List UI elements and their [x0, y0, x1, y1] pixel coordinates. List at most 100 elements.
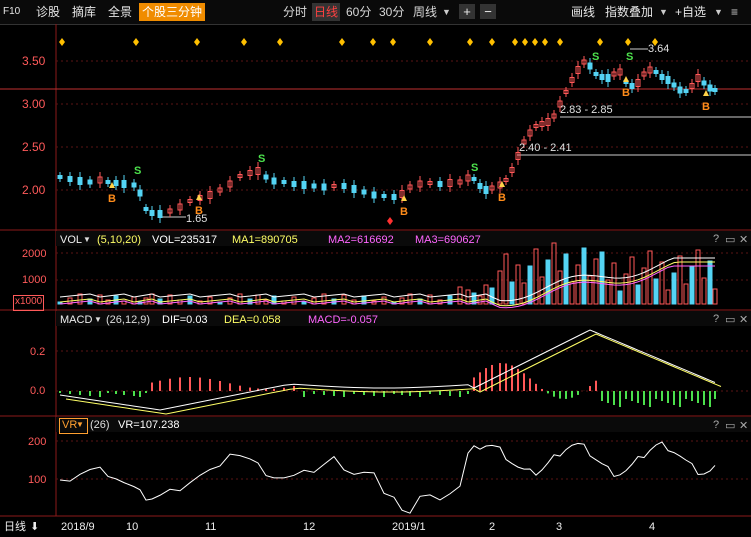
macd-dea-line [65, 333, 722, 415]
signal-diamond [241, 38, 247, 46]
volume-bar [187, 295, 193, 305]
buy-signal: B [195, 205, 203, 217]
vr-help-icon[interactable]: ? [713, 419, 719, 431]
buy-arrow-icon [623, 76, 629, 82]
price-candle [281, 180, 287, 184]
price-candle [143, 207, 149, 211]
buy-signal: B [498, 192, 506, 204]
price-candle [361, 189, 367, 195]
price-tick-250: 2.50 [22, 140, 46, 154]
macd-maximize-icon[interactable]: ▭ [725, 313, 735, 326]
vol-unit-badge: x1000 [13, 295, 45, 311]
price-candle [665, 76, 671, 84]
signal-diamond [489, 38, 495, 46]
buy-signal: B [400, 206, 408, 218]
price-candle [121, 180, 127, 188]
price-candle [477, 183, 483, 189]
price-candle [483, 186, 489, 194]
volume-bar [581, 247, 587, 305]
x-axis-label: 2 [489, 521, 496, 533]
axis-period-arrow-icon[interactable]: ⬇ [30, 520, 39, 534]
price-candle [683, 89, 689, 93]
volume-bar [551, 242, 557, 305]
price-candle [593, 72, 599, 76]
volume-bar [635, 284, 641, 305]
signal-diamond [542, 38, 548, 46]
vol-ma-line [59, 257, 715, 302]
volume-bar [701, 277, 707, 305]
price-candle [659, 74, 665, 80]
vol-help-icon[interactable]: ? [713, 233, 719, 245]
price-candle [677, 86, 683, 94]
vol-tick-1000: 1000 [22, 274, 47, 286]
volume-bar [599, 251, 605, 305]
buy-signal: B [622, 87, 630, 99]
signal-diamond [277, 38, 283, 46]
vol-maximize-icon[interactable]: ▭ [725, 233, 735, 246]
vr-maximize-icon[interactable]: ▭ [725, 419, 735, 432]
sell-signal: S [258, 153, 266, 165]
macd-dea: DEA=0.058 [224, 314, 281, 326]
buy-signal: B [702, 101, 710, 113]
vr-close-icon[interactable]: ✕ [739, 419, 748, 432]
macd-dropdown-icon[interactable]: ▼ [94, 313, 102, 327]
price-candle [57, 175, 63, 179]
volume-bar [515, 264, 521, 305]
signal-diamond [625, 38, 631, 46]
signal-diamond [390, 38, 396, 46]
price-candle [341, 183, 347, 189]
macd-close-icon[interactable]: ✕ [739, 313, 748, 326]
x-axis-label: 3 [556, 521, 563, 533]
x-axis-label: 11 [205, 521, 217, 533]
volume-bar [665, 289, 671, 305]
vr-value: VR=107.238 [118, 419, 180, 431]
price-candle [437, 181, 443, 187]
sell-signal: S [626, 51, 634, 63]
vol-close-icon[interactable]: ✕ [739, 233, 748, 246]
x-axis-label: 4 [649, 521, 656, 533]
price-candle [149, 210, 155, 216]
vr-line [59, 441, 716, 514]
volume-bar [527, 265, 533, 305]
stock-chart-canvas[interactable] [0, 0, 751, 537]
gap-annotation-lower: 2.40 - 2.41 [519, 142, 572, 154]
macd-indicator-name[interactable]: MACD [60, 313, 92, 327]
volume-bar [712, 288, 718, 305]
price-tick-350: 3.50 [22, 54, 46, 68]
vol-dropdown-icon[interactable]: ▼ [83, 233, 91, 247]
macd-help-icon[interactable]: ? [713, 313, 719, 325]
vol-params: (5,10,20) [97, 234, 142, 246]
vr-dropdown-icon[interactable]: ▼ [76, 418, 84, 432]
volume-bar [497, 270, 503, 305]
volume-bar [301, 301, 307, 305]
buy-signal: B [108, 193, 116, 205]
vol-indicator-name[interactable]: VOL [60, 233, 82, 247]
price-candle [471, 177, 477, 181]
price-candle [707, 84, 713, 92]
volume-bar [569, 281, 575, 305]
gap-annotation-upper: 2.83 - 2.85 [560, 104, 613, 116]
signal-diamond [522, 38, 528, 46]
volume-bar [623, 273, 629, 305]
price-tick-300: 3.00 [22, 97, 46, 111]
buy-arrow-icon [196, 194, 202, 200]
price-candle [263, 174, 269, 180]
volume-bar [575, 264, 581, 305]
signal-diamond [59, 38, 65, 46]
price-candle [599, 74, 605, 80]
price-candle [157, 210, 163, 218]
axis-period-label[interactable]: 日线 [4, 520, 26, 534]
price-candle [391, 194, 397, 200]
price-candle [351, 185, 357, 193]
signal-diamond [427, 38, 433, 46]
price-candle [291, 181, 297, 187]
price-candle [653, 70, 659, 74]
sell-signal: S [134, 165, 142, 177]
signal-diamond [339, 38, 345, 46]
macd-dif: DIF=0.03 [162, 314, 208, 326]
volume-bar [611, 262, 617, 305]
signal-diamond [194, 38, 200, 46]
signal-diamond [133, 38, 139, 46]
macd-header-bar [56, 311, 751, 326]
x-axis-label: 10 [126, 521, 139, 533]
